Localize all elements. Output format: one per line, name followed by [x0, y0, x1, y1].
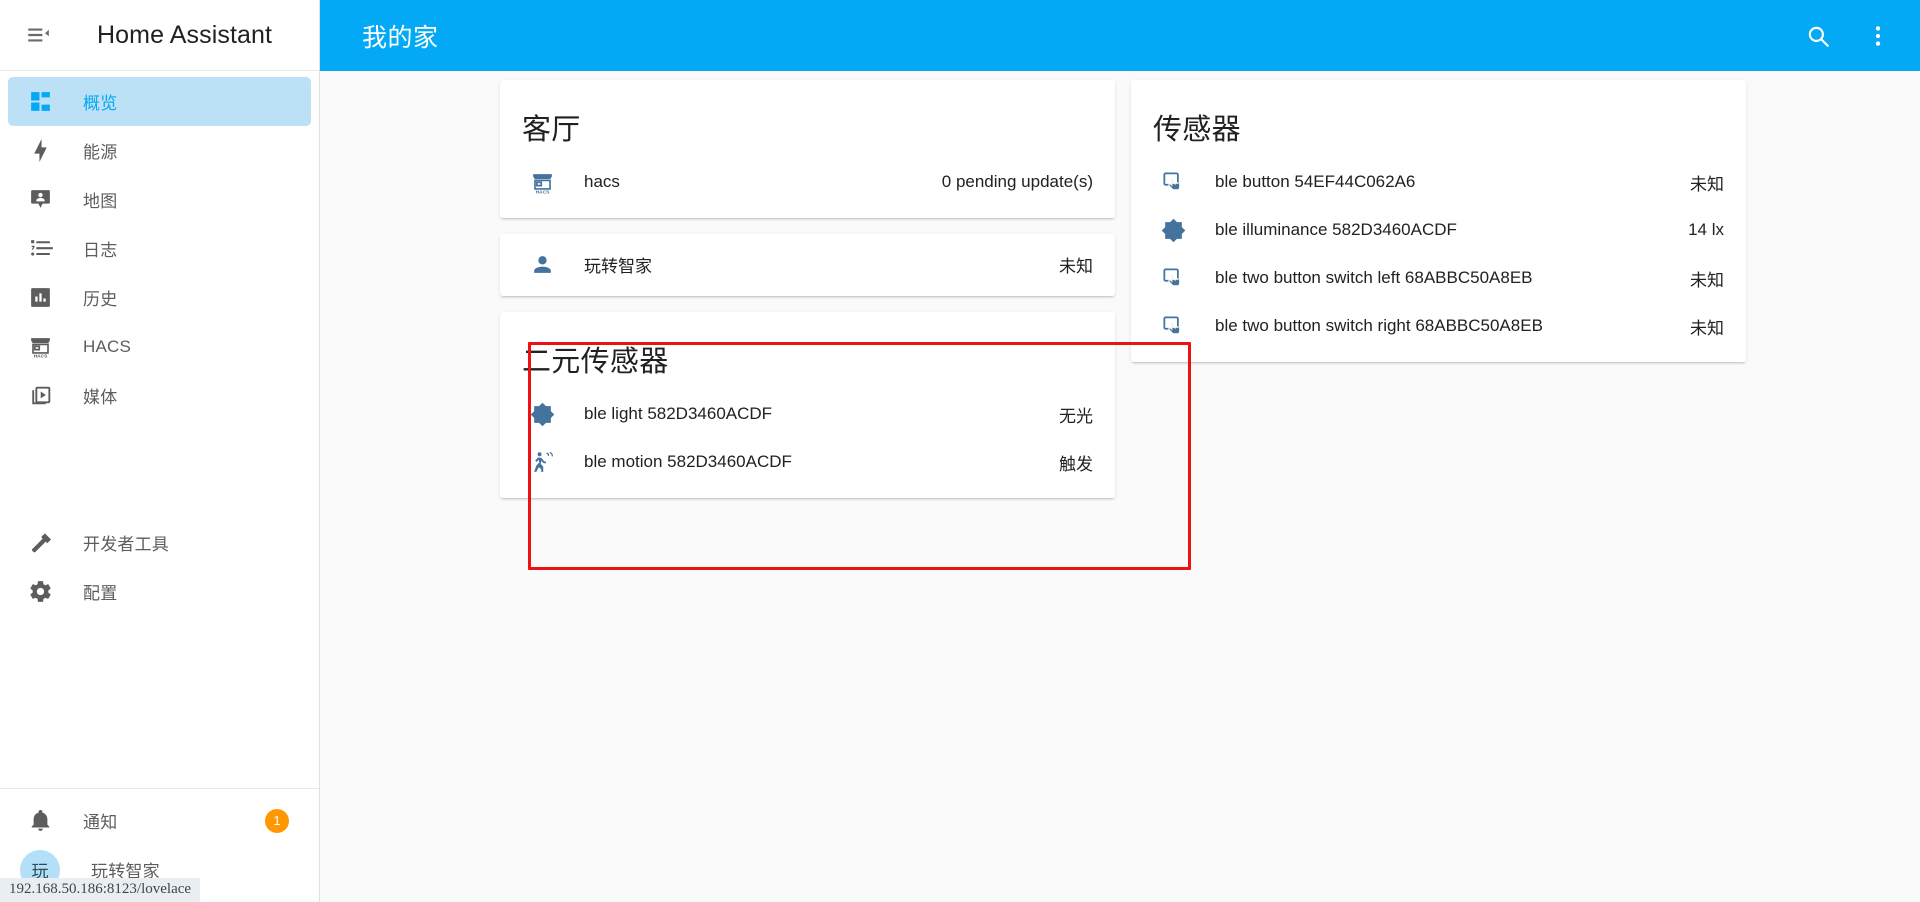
gesture-tap-button-icon	[1153, 266, 1193, 291]
hacs-storefront-icon: HACS	[16, 334, 64, 359]
page-title: 我的家	[362, 23, 439, 52]
lovelace-content: 客厅 HACS hacs 0 pending update(s) 玩转智家 未知…	[320, 71, 1920, 902]
entity-name: ble motion 582D3460ACDF	[584, 452, 792, 471]
entity-row[interactable]: ble two button switch right 68ABBC50A8EB…	[1131, 302, 1746, 350]
svg-text:HACS: HACS	[33, 353, 47, 359]
sidebar-item-hacs[interactable]: HACS HACS	[8, 322, 311, 371]
sidebar-item-label: 能源	[83, 143, 118, 162]
main-area: 我的家 客厅 HACS hacs 0 pending update(s) 玩转智…	[320, 0, 1920, 902]
entity-row[interactable]: ble light 582D3460ACDF 无光	[500, 390, 1115, 438]
sidebar-item-label: 开发者工具	[83, 535, 169, 554]
sidebar-item-map[interactable]: 地图	[8, 175, 311, 224]
lightning-bolt-icon	[16, 138, 64, 163]
entity-row[interactable]: ble two button switch left 68ABBC50A8EB …	[1131, 254, 1746, 302]
entity-name: ble button 54EF44C062A6	[1215, 172, 1416, 191]
entity-name: 玩转智家	[584, 256, 652, 276]
entity-name: ble light 582D3460ACDF	[584, 404, 773, 423]
entity-name: ble illuminance 582D3460ACDF	[1215, 220, 1457, 239]
entity-state[interactable]: 未知	[1674, 314, 1724, 339]
card-columns: 客厅 HACS hacs 0 pending update(s) 玩转智家 未知…	[320, 80, 1920, 498]
brightness-icon	[522, 402, 562, 427]
entity-row[interactable]: 玩转智家 未知	[500, 240, 1115, 288]
home-assistant-app: Home Assistant 概览 能源 地图 日志 历史 HACS HACS …	[0, 0, 1920, 902]
brightness-icon	[1153, 218, 1193, 243]
menu-open-icon[interactable]	[14, 11, 62, 59]
bell-icon	[16, 808, 64, 833]
sidebar-nav: 概览 能源 地图 日志 历史 HACS HACS 媒体 开发者工具 配置	[0, 71, 319, 616]
sidebar-item-label: HACS	[83, 336, 132, 356]
card-title: 传感器	[1153, 114, 1241, 146]
entity-state[interactable]: 0 pending update(s)	[926, 172, 1093, 192]
entity-row[interactable]: HACS hacs 0 pending update(s)	[500, 158, 1115, 206]
gesture-tap-button-icon	[1153, 170, 1193, 195]
gesture-tap-button-icon	[1153, 314, 1193, 339]
entity-state[interactable]: 触发	[1043, 450, 1093, 475]
sidebar-item-logbook[interactable]: 日志	[8, 224, 311, 273]
motion-sensor-icon	[522, 450, 562, 475]
top-bar-actions	[1794, 12, 1902, 60]
dots-vertical-icon[interactable]	[1854, 12, 1902, 60]
card-binary-sensor: 二元传感器 ble light 582D3460ACDF 无光 ble moti…	[500, 312, 1115, 498]
sidebar-item-label: 概览	[83, 94, 118, 113]
view-dashboard-icon	[16, 89, 64, 114]
entity-row[interactable]: ble button 54EF44C062A6 未知	[1131, 158, 1746, 206]
card-living-room: 客厅 HACS hacs 0 pending update(s)	[500, 80, 1115, 218]
sidebar-item-configuration[interactable]: 配置	[8, 567, 311, 616]
entity-state[interactable]: 未知	[1043, 252, 1093, 277]
hacs-storefront-icon: HACS	[522, 170, 562, 195]
entity-state[interactable]: 未知	[1674, 266, 1724, 291]
entity-name: ble two button switch left 68ABBC50A8EB	[1215, 268, 1533, 287]
map-marker-account-icon	[16, 187, 64, 212]
entity-state[interactable]: 未知	[1674, 170, 1724, 195]
search-icon[interactable]	[1794, 12, 1842, 60]
account-icon	[522, 252, 562, 277]
overflow-glyph	[1875, 25, 1881, 46]
entity-name: ble two button switch right 68ABBC50A8EB	[1215, 316, 1543, 335]
card-sensor: 传感器 ble button 54EF44C062A6 未知 ble illum…	[1131, 80, 1746, 362]
app-title: Home Assistant	[97, 20, 273, 49]
sidebar-item-label: 日志	[83, 241, 118, 260]
top-app-bar: 我的家	[320, 0, 1920, 71]
entity-row[interactable]: ble motion 582D3460ACDF 触发	[500, 438, 1115, 486]
sidebar-item-developer-tools[interactable]: 开发者工具	[8, 518, 311, 567]
sidebar: Home Assistant 概览 能源 地图 日志 历史 HACS HACS …	[0, 0, 320, 902]
sidebar-item-media[interactable]: 媒体	[8, 371, 311, 420]
entity-name: hacs	[584, 172, 620, 191]
sidebar-item-label: 配置	[83, 584, 118, 603]
status-url-tooltip: 192.168.50.186:8123/lovelace	[0, 878, 201, 902]
sidebar-item-label: 地图	[83, 192, 118, 211]
chart-box-icon	[16, 285, 64, 310]
search-glyph	[1808, 26, 1829, 47]
card-title: 二元传感器	[522, 346, 669, 378]
sidebar-item-overview[interactable]: 概览	[8, 77, 311, 126]
entity-state[interactable]: 14 lx	[1672, 220, 1724, 240]
format-list-bulleted-icon	[16, 236, 64, 261]
menu-open-glyph	[28, 28, 49, 42]
card-person: 玩转智家 未知	[500, 234, 1115, 296]
play-box-multiple-icon	[16, 383, 64, 408]
entity-state[interactable]: 无光	[1043, 402, 1093, 427]
entity-row[interactable]: ble illuminance 582D3460ACDF 14 lx	[1131, 206, 1746, 254]
sidebar-item-notifications[interactable]: 通知 1	[8, 796, 311, 845]
sidebar-item-label: 媒体	[83, 388, 118, 407]
sidebar-item-label: 通知	[83, 813, 118, 832]
notification-badge: 1	[265, 808, 289, 833]
sidebar-header: Home Assistant	[0, 0, 319, 71]
sidebar-item-label: 历史	[83, 290, 118, 309]
cog-icon	[16, 579, 64, 604]
column-left: 客厅 HACS hacs 0 pending update(s) 玩转智家 未知…	[500, 80, 1115, 498]
sidebar-item-history[interactable]: 历史	[8, 273, 311, 322]
svg-text:HACS: HACS	[535, 189, 549, 194]
hammer-wrench-icon	[16, 530, 64, 555]
sidebar-item-energy[interactable]: 能源	[8, 126, 311, 175]
card-title: 客厅	[522, 114, 581, 146]
column-right: 传感器 ble button 54EF44C062A6 未知 ble illum…	[1131, 80, 1746, 362]
